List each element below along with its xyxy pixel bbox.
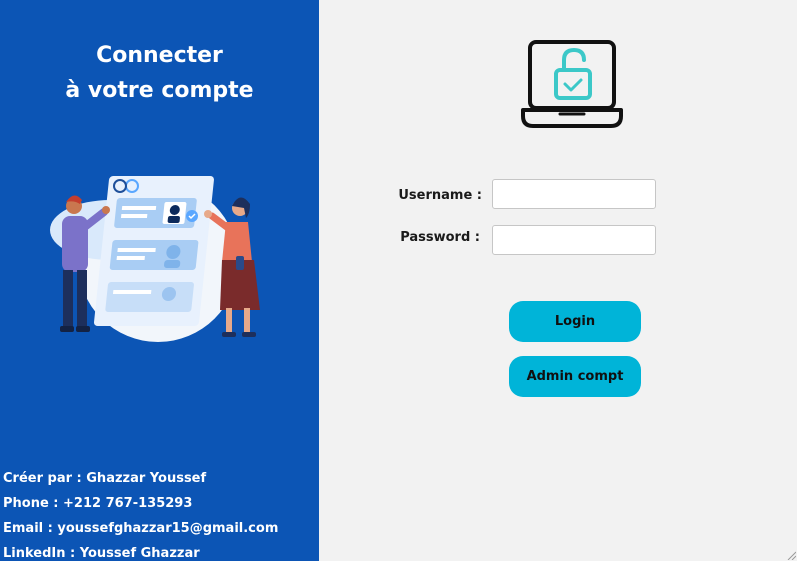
password-input[interactable] <box>492 225 656 255</box>
created-by-text: Créer par : Ghazzar Youssef <box>3 471 207 486</box>
phone-text: Phone : +212 767-135293 <box>3 496 193 511</box>
author-info: Créer par : Ghazzar Youssef Phone : +212… <box>3 466 278 561</box>
login-window: Connecter à votre compte Créer par: Gha… <box>0 0 797 561</box>
title-line-2: à votre compte <box>65 78 254 103</box>
laptop-unlocked-padlock-icon <box>521 40 623 128</box>
password-label: Password : <box>400 230 480 245</box>
title-line-1: Connecter <box>96 43 223 68</box>
people-with-profile-cards-illustration <box>50 176 260 342</box>
username-input[interactable] <box>492 179 656 209</box>
login-form-panel: Username : Password : Login Admin compt <box>319 0 797 561</box>
username-label: Username : <box>398 188 482 203</box>
admin-compt-button[interactable]: Admin compt <box>509 356 641 397</box>
email-text: Email : youssefghazzar15@gmail.com <box>3 521 279 536</box>
resize-grip-icon[interactable] <box>786 550 796 560</box>
linkedin-text: LinkedIn : Youssef Ghazzar <box>3 546 200 561</box>
login-button[interactable]: Login <box>509 301 641 342</box>
page-title: Connecter à votre compte <box>0 38 319 108</box>
left-panel: Connecter à votre compte Créer par: Gha… <box>0 0 319 561</box>
